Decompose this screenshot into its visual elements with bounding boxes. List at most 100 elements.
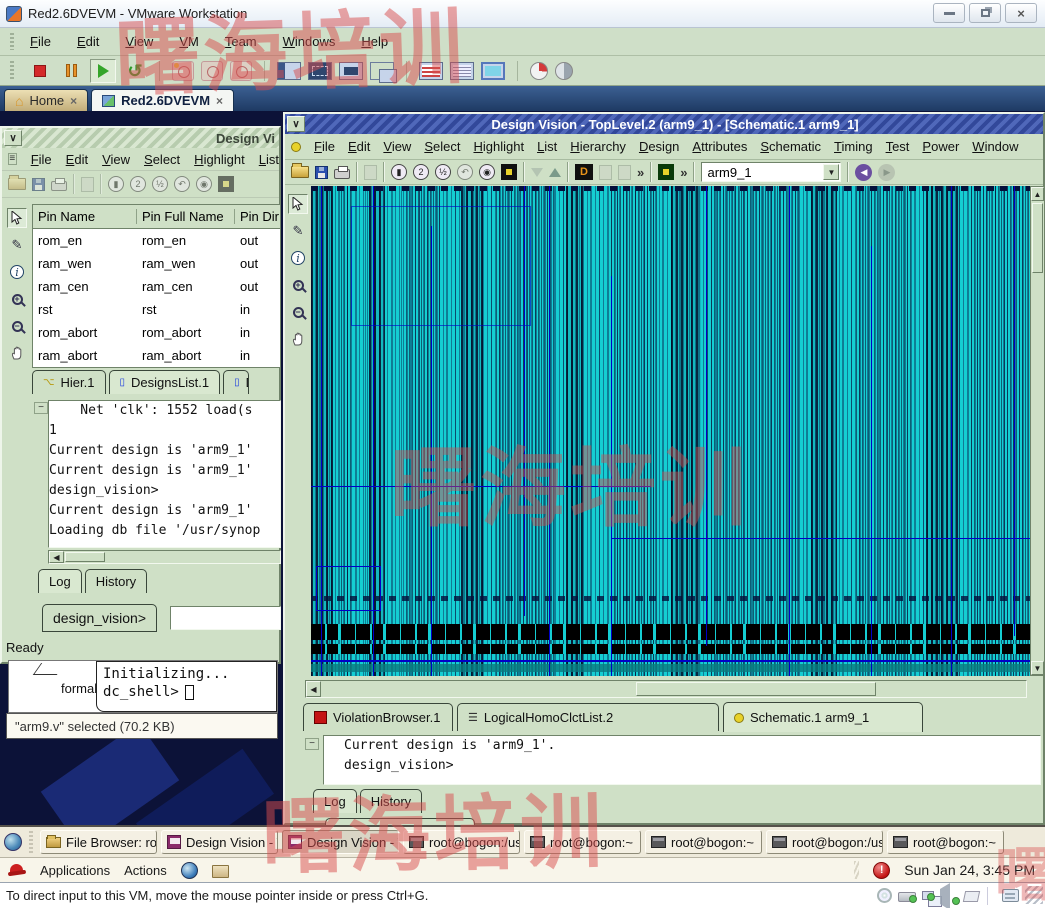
taskbar-terminal-4[interactable]: root@bogon:/usr	[766, 830, 883, 854]
resize-grip[interactable]	[1025, 886, 1043, 904]
pin-table[interactable]: Pin Name Pin Full Name Pin Dir rom_en ro…	[32, 204, 281, 368]
menu-windows[interactable]: Windows	[283, 34, 336, 49]
taskbar-terminal-2[interactable]: root@bogon:~	[524, 830, 641, 854]
menu-select[interactable]: Select	[144, 152, 180, 167]
zoom-2x-icon[interactable]: 2	[413, 164, 429, 180]
dc-shell-bubble[interactable]: Initializing... dc_shell>	[96, 661, 277, 712]
edit-tool-icon[interactable]: ✎	[7, 235, 27, 255]
select-tool-icon[interactable]	[288, 194, 308, 214]
menu-vm[interactable]: VM	[179, 34, 199, 49]
menu-select[interactable]: Select	[424, 139, 460, 154]
path-view-icon[interactable]	[618, 165, 631, 180]
full-view-icon[interactable]	[501, 164, 517, 180]
table-row[interactable]: ram_wen ram_wen out	[33, 252, 280, 275]
zoom-2x-icon[interactable]: 2	[130, 176, 146, 192]
taskbar-terminal-3[interactable]: root@bogon:~	[645, 830, 762, 854]
paste-icon[interactable]	[81, 177, 94, 192]
zoom-half-icon[interactable]: ½	[152, 176, 168, 192]
tab-schematic1[interactable]: Schematic.1 arm9_1	[723, 702, 923, 732]
capacity-icon[interactable]	[530, 62, 548, 80]
zoom-in-tool-icon[interactable]: +	[288, 275, 308, 295]
edit-tool-icon[interactable]: ✎	[288, 221, 308, 241]
tab-history[interactable]: History	[360, 789, 422, 813]
menu-design[interactable]: Design	[639, 139, 679, 154]
menu-attributes[interactable]: Attributes	[692, 139, 747, 154]
zoom-in-tool-icon[interactable]: +	[7, 289, 27, 309]
menu-edit[interactable]: Edit	[348, 139, 370, 154]
scroll-up-icon[interactable]: ▲	[1031, 187, 1044, 201]
info-tool-icon[interactable]: i	[288, 248, 308, 268]
menu-schematic[interactable]: Schematic	[760, 139, 821, 154]
menu-view[interactable]: View	[125, 34, 153, 49]
menu-file[interactable]: File	[314, 139, 335, 154]
nav-back-icon[interactable]: ◀	[855, 164, 872, 181]
network-device-icon[interactable]	[922, 891, 934, 900]
tab-violationbrowser[interactable]: ViolationBrowser.1	[303, 703, 453, 731]
pane-collapse-handle[interactable]: −	[305, 738, 319, 750]
zoom-half-icon[interactable]: ½	[435, 164, 451, 180]
harddisk-device-icon[interactable]	[898, 892, 916, 902]
applications-menu[interactable]: Applications	[40, 863, 110, 878]
message-log-icon[interactable]	[1002, 889, 1019, 902]
push-down-icon[interactable]	[531, 168, 543, 177]
tab-clipped[interactable]: ▯ De	[223, 370, 249, 394]
design-selector[interactable]: arm9_1 ▼	[701, 162, 841, 182]
column-header-pin-dir[interactable]: Pin Dir	[235, 209, 280, 224]
zoom-out-tool-icon[interactable]: −	[7, 316, 27, 336]
symbol-view-icon[interactable]	[599, 165, 612, 180]
table-row[interactable]: rom_abort rom_abort in	[33, 321, 280, 344]
pane-collapse-handle[interactable]: −	[34, 402, 48, 414]
gate-schematic-icon[interactable]: D	[575, 164, 593, 180]
menu-list[interactable]: List	[537, 139, 557, 154]
pan-tool-icon[interactable]	[7, 343, 27, 363]
save-icon[interactable]	[32, 178, 45, 191]
actions-menu[interactable]: Actions	[124, 863, 167, 878]
power-on-button[interactable]	[90, 59, 116, 83]
unity-icon[interactable]	[370, 62, 394, 80]
quick-switch-icon[interactable]	[339, 62, 363, 80]
restore-button[interactable]	[969, 3, 1001, 23]
dv-main-titlebar[interactable]: ∨ Design Vision - TopLevel.2 (arm9_1) - …	[285, 114, 1043, 134]
open-icon[interactable]	[291, 166, 309, 178]
usage-icon[interactable]	[555, 62, 573, 80]
column-header-pin-name[interactable]: Pin Name	[33, 209, 137, 224]
zoom-fit-icon[interactable]: ▮	[391, 164, 407, 180]
schematic-canvas[interactable]	[311, 186, 1030, 676]
menu-file[interactable]: File	[31, 152, 52, 167]
menu-list[interactable]: List	[259, 152, 279, 167]
tab-logicalhomoclctlist[interactable]: ☰ LogicalHomoClctList.2	[457, 703, 719, 731]
taskbar-terminal-5[interactable]: root@bogon:~	[887, 830, 1004, 854]
menu-power[interactable]: Power	[922, 139, 959, 154]
tab-vm[interactable]: Red2.6DVEVM ×	[91, 89, 234, 111]
vmware-titlebar[interactable]: Red2.6DVEVM - VMware Workstation ×	[0, 0, 1045, 28]
web-browser-icon[interactable]	[181, 862, 198, 879]
table-row[interactable]: rst rst in	[33, 298, 280, 321]
tab-log[interactable]: Log	[38, 569, 82, 593]
menu-test[interactable]: Test	[886, 139, 910, 154]
window-menu-icon[interactable]: ∨	[287, 116, 305, 132]
menu-window[interactable]: Window	[972, 139, 1018, 154]
command-input[interactable]	[170, 606, 281, 630]
print-icon[interactable]	[51, 181, 67, 191]
scroll-left-icon[interactable]: ◀	[49, 551, 64, 563]
table-row[interactable]: ram_abort ram_abort in	[33, 344, 280, 367]
scroll-thumb[interactable]	[636, 682, 876, 696]
print-icon[interactable]	[334, 169, 350, 179]
manage-snapshot-icon[interactable]	[230, 61, 252, 81]
table-row[interactable]: rom_en rom_en out	[33, 229, 280, 252]
info-tool-icon[interactable]: i	[7, 262, 27, 282]
taskbar-design-vision-1[interactable]: Design Vision - T	[161, 830, 278, 854]
show-desktop-icon[interactable]	[4, 833, 22, 851]
display-device-icon[interactable]	[963, 891, 980, 902]
table-row[interactable]: ram_cen ram_cen out	[33, 275, 280, 298]
revert-snapshot-icon[interactable]	[201, 61, 223, 81]
open-icon[interactable]	[8, 178, 26, 190]
tab-history[interactable]: History	[85, 569, 147, 593]
cdrom-device-icon[interactable]	[877, 888, 892, 903]
column-header-pin-full-name[interactable]: Pin Full Name	[137, 209, 235, 224]
waveform-icon[interactable]	[658, 164, 674, 180]
zoom-sel-icon[interactable]: ◉	[479, 164, 495, 180]
menu-timing[interactable]: Timing	[834, 139, 873, 154]
toolbar-overflow-icon[interactable]: »	[680, 165, 687, 180]
zoom-back-icon[interactable]: ↶	[174, 176, 190, 192]
